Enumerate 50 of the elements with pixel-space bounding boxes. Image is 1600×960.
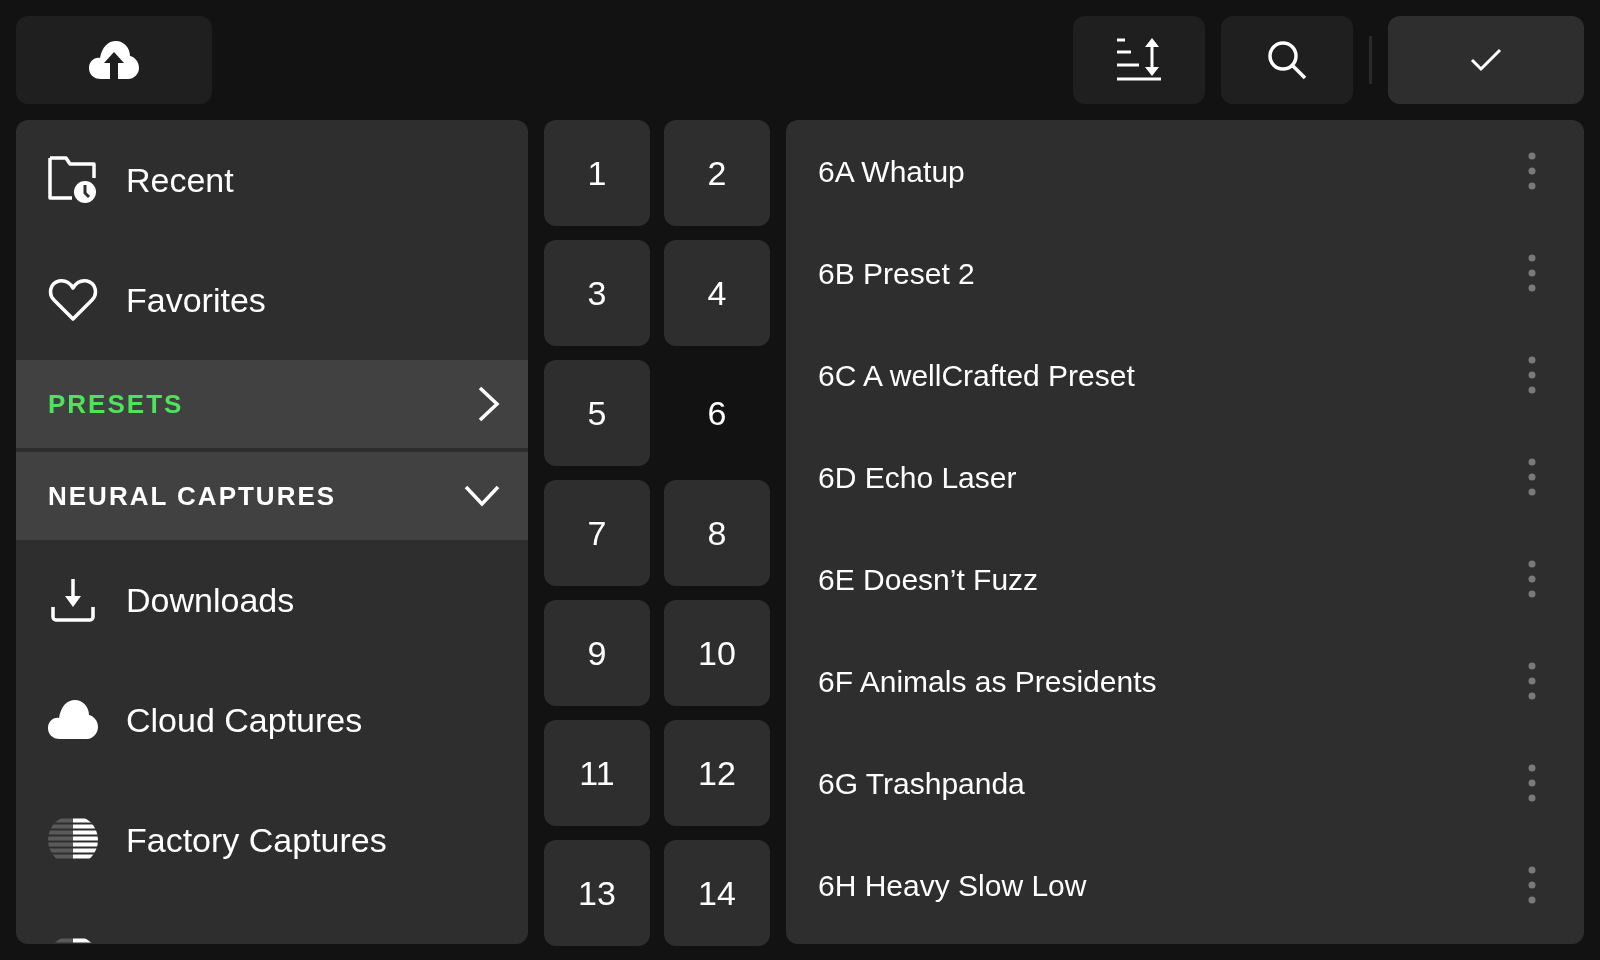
search-icon (1267, 40, 1307, 80)
more-options-icon[interactable] (1528, 764, 1536, 802)
bank-button[interactable]: 2 (664, 120, 770, 226)
chevron-down-icon (464, 485, 500, 507)
cloud-icon (48, 700, 98, 740)
sidebar-item[interactable]: Recent (16, 120, 528, 240)
bank-button[interactable]: 14 (664, 840, 770, 946)
sidebar-item[interactable]: Downloads (16, 540, 528, 660)
sort-icon (1116, 37, 1162, 83)
section-header[interactable]: PRESETS (16, 360, 528, 448)
preset-name[interactable]: 6C A wellCrafted Preset (818, 352, 1135, 398)
bank-button[interactable]: 7 (544, 480, 650, 586)
bank-button[interactable]: 13 (544, 840, 650, 946)
preset-name[interactable]: 6D Echo Laser (818, 454, 1017, 500)
folder-clock-icon (48, 156, 98, 204)
bank-button[interactable]: 1 (544, 120, 650, 226)
preset-name[interactable]: 6E Doesn’t Fuzz (818, 556, 1039, 602)
bank-button[interactable]: 3 (544, 240, 650, 346)
upload-button[interactable] (16, 16, 212, 104)
sidebar-item[interactable]: Favorites (16, 240, 528, 360)
preset-name[interactable]: 6B Preset 2 (818, 250, 975, 296)
preset-name[interactable]: 6F Animals as Presidents (818, 658, 1157, 704)
bank-button[interactable]: 6 (664, 360, 770, 466)
preset-name[interactable]: 6G Trashpanda (818, 760, 1025, 806)
checkmark-icon (1470, 48, 1502, 72)
more-options-icon[interactable] (1528, 662, 1536, 700)
more-options-icon[interactable] (1528, 254, 1536, 292)
heart-icon (48, 278, 98, 322)
bank-button[interactable]: 4 (664, 240, 770, 346)
sidebar-item[interactable]: Cloud Captures (16, 660, 528, 780)
more-options-icon[interactable] (1528, 866, 1536, 904)
sidebar-item[interactable]: Factory Captures (16, 780, 528, 900)
more-options-icon[interactable] (1528, 458, 1536, 496)
more-options-icon[interactable] (1528, 560, 1536, 598)
more-options-icon[interactable] (1528, 152, 1536, 190)
preset-name[interactable]: 6H Heavy Slow Low (818, 862, 1087, 908)
bank-button[interactable]: 8 (664, 480, 770, 586)
download-icon (50, 578, 96, 622)
bank-button[interactable]: 10 (664, 600, 770, 706)
bank-button[interactable]: 5 (544, 360, 650, 466)
bank-button[interactable]: 12 (664, 720, 770, 826)
bank-button[interactable]: 9 (544, 600, 650, 706)
section-header[interactable]: NEURAL CAPTURES (16, 452, 528, 540)
more-options-icon[interactable] (1528, 356, 1536, 394)
bank-button[interactable]: 11 (544, 720, 650, 826)
cloud-upload-icon (89, 41, 139, 79)
chevron-right-icon (478, 386, 500, 422)
preset-name[interactable]: 6A Whatup (818, 148, 965, 194)
search-button[interactable] (1221, 16, 1353, 104)
sort-button[interactable] (1073, 16, 1205, 104)
